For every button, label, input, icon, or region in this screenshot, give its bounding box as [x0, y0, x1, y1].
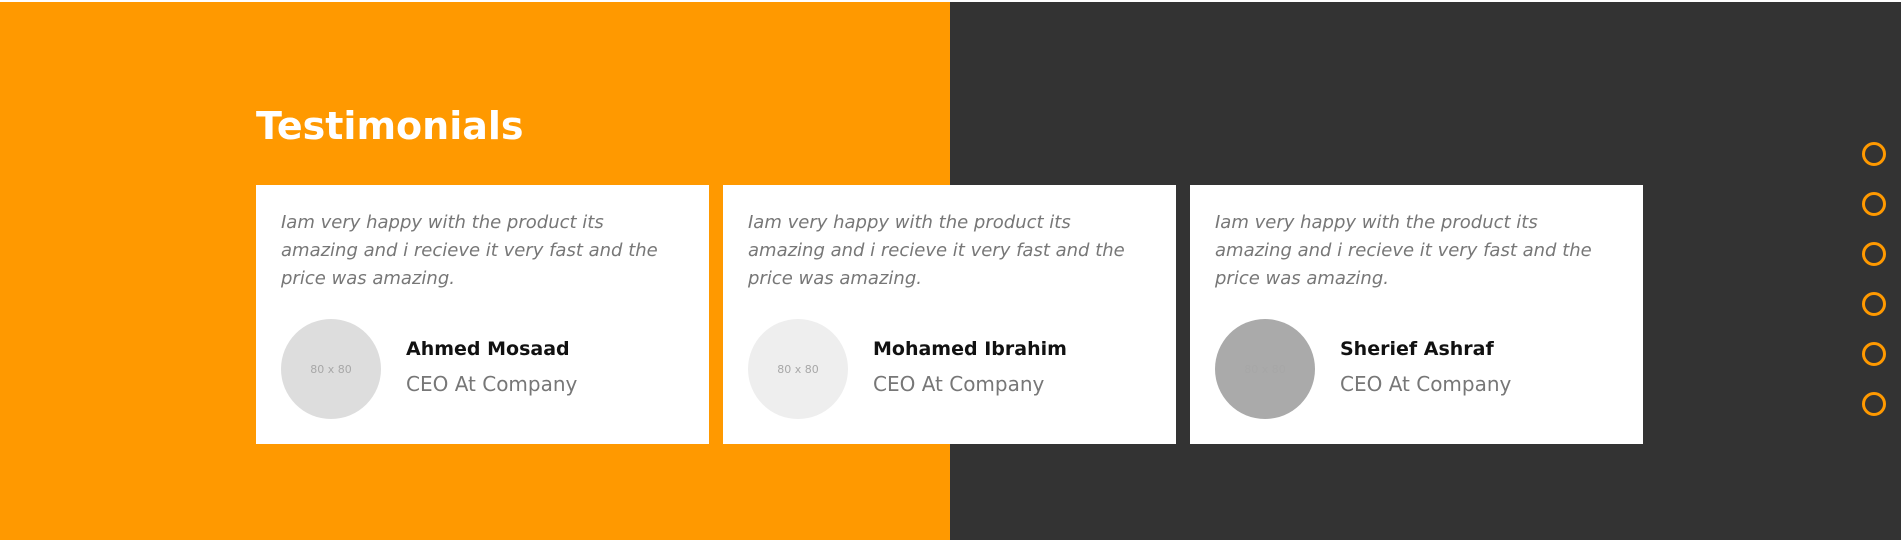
testimonial-name: Mohamed Ibrahim	[873, 338, 1067, 360]
testimonial-name: Ahmed Mosaad	[406, 338, 570, 360]
avatar: 80 x 80	[1215, 319, 1315, 419]
testimonial-quote: Iam very happy with the product its amaz…	[748, 212, 1125, 289]
bullet-circle-icon[interactable]	[1862, 242, 1886, 266]
bullet-circle-icon[interactable]	[1862, 142, 1886, 166]
bullet-circle-icon[interactable]	[1862, 292, 1886, 316]
avatar-placeholder-text: 80 x 80	[310, 362, 352, 376]
testimonial-role: CEO At Company	[873, 372, 1045, 396]
testimonial-card: Iam very happy with the product its amaz…	[1190, 185, 1643, 444]
avatar-placeholder-text: 80 x 80	[777, 362, 819, 376]
testimonial-card: Iam very happy with the product its amaz…	[256, 185, 709, 444]
bullet-circle-icon[interactable]	[1862, 392, 1886, 416]
avatar: 80 x 80	[748, 319, 848, 419]
testimonial-quote: Iam very happy with the product its amaz…	[1215, 212, 1592, 289]
bullet-circle-icon[interactable]	[1862, 342, 1886, 366]
avatar-placeholder-text: 80 x 80	[1244, 362, 1286, 376]
testimonials-section: Testimonials Iam very happy with the pro…	[0, 2, 1901, 540]
section-title: Testimonials	[256, 104, 524, 148]
testimonial-quote: Iam very happy with the product its amaz…	[281, 212, 658, 289]
testimonial-card: Iam very happy with the product its amaz…	[723, 185, 1176, 444]
bullet-circle-icon[interactable]	[1862, 192, 1886, 216]
testimonial-role: CEO At Company	[1340, 372, 1512, 396]
testimonial-name: Sherief Ashraf	[1340, 338, 1494, 360]
avatar: 80 x 80	[281, 319, 381, 419]
testimonial-role: CEO At Company	[406, 372, 578, 396]
